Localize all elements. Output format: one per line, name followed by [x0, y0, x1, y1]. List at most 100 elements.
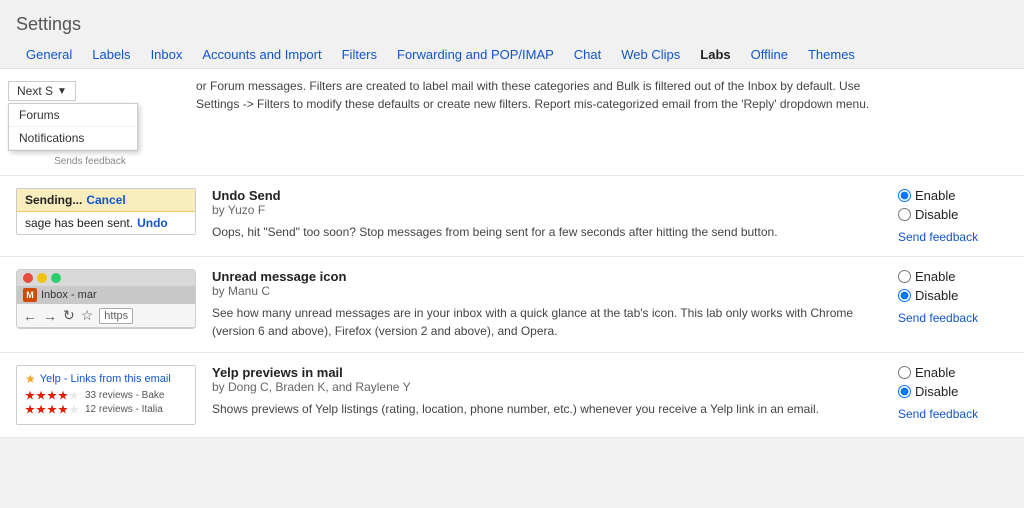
- nav-forwarding[interactable]: Forwarding and POP/IMAP: [387, 41, 564, 68]
- lab-row-yelp: ★ Yelp - Links from this email 33 review…: [0, 353, 1024, 438]
- yelp-star-9: [58, 405, 68, 415]
- disable-label-2: Disable: [915, 288, 958, 303]
- dropdown-arrow-icon: ▼: [57, 86, 67, 97]
- unread-icon-disable-label[interactable]: Disable: [898, 288, 958, 303]
- unread-icon-preview: M Inbox - mar ← → ↻ ☆ https: [16, 269, 196, 329]
- nav-chat[interactable]: Chat: [564, 41, 611, 68]
- undo-send-content: Undo Send by Yuzo F Oops, hit "Send" too…: [212, 188, 882, 241]
- yelp-star-5: [69, 391, 79, 401]
- nav-inbox[interactable]: Inbox: [141, 41, 193, 68]
- undo-sent-bar: sage has been sent. Undo: [17, 212, 195, 234]
- nav-general[interactable]: General: [16, 41, 82, 68]
- yelp-enable-label[interactable]: Enable: [898, 365, 958, 380]
- undo-send-controls: Enable Disable Send feedback: [898, 188, 1008, 244]
- nav-accounts[interactable]: Accounts and Import: [192, 41, 331, 68]
- undo-send-author: by Yuzo F: [212, 203, 882, 217]
- nav-labs[interactable]: Labs: [690, 41, 740, 68]
- yelp-star-4: [58, 391, 68, 401]
- yelp-star-10: [69, 405, 79, 415]
- next-step-text: Next S: [17, 84, 53, 98]
- next-step-badge[interactable]: Next S ▼: [8, 81, 76, 101]
- dropdown-notifications[interactable]: Notifications: [9, 127, 137, 150]
- undo-send-title: Undo Send: [212, 188, 882, 203]
- yelp-author: by Dong C, Braden K, and Raylene Y: [212, 380, 882, 394]
- yelp-title: Yelp previews in mail: [212, 365, 882, 380]
- yelp-preview-img: ★ Yelp - Links from this email 33 review…: [16, 365, 196, 425]
- undo-send-enable-label[interactable]: Enable: [898, 188, 958, 203]
- yelp-review-text-1: 33 reviews - Bake: [85, 390, 164, 401]
- undo-send-desc: Oops, hit "Send" too soon? Stop messages…: [212, 223, 882, 241]
- top-preview-area: Next S ▼ Forums Notifications Sends feed…: [0, 69, 180, 175]
- gmail-tab-icon: M: [23, 288, 37, 302]
- sent-text: sage has been sent.: [25, 216, 133, 230]
- nav-webclips[interactable]: Web Clips: [611, 41, 690, 68]
- yelp-stars-2: [25, 405, 79, 415]
- yelp-title-row: ★ Yelp - Links from this email: [25, 372, 187, 386]
- yelp-disable-label[interactable]: Disable: [898, 384, 958, 399]
- minimize-dot: [37, 273, 47, 283]
- undo-link[interactable]: Undo: [137, 216, 168, 230]
- lab-row-undo-send: Sending... Cancel sage has been sent. Un…: [0, 176, 1024, 257]
- unread-icon-author: by Manu C: [212, 284, 882, 298]
- notification-dropdown: Forums Notifications: [8, 103, 138, 151]
- undo-send-preview: Sending... Cancel sage has been sent. Un…: [16, 188, 196, 235]
- bookmark-icon[interactable]: ☆: [81, 307, 94, 324]
- settings-nav: General Labels Inbox Accounts and Import…: [0, 41, 1024, 69]
- browser-titlebar: [17, 270, 195, 286]
- yelp-star-2: [36, 391, 46, 401]
- unread-icon-content: Unread message icon by Manu C See how ma…: [212, 269, 882, 340]
- enable-label-3: Enable: [915, 365, 955, 380]
- unread-icon-feedback-link[interactable]: Send feedback: [898, 311, 978, 325]
- yelp-link-text: Yelp - Links from this email: [40, 373, 171, 385]
- yelp-review-row-2: 12 reviews - Italia: [25, 404, 187, 415]
- yelp-desc: Shows previews of Yelp listings (rating,…: [212, 400, 882, 418]
- nav-offline[interactable]: Offline: [741, 41, 798, 68]
- yelp-review-text-2: 12 reviews - Italia: [85, 404, 163, 415]
- yelp-review-row-1: 33 reviews - Bake: [25, 390, 187, 401]
- sending-text: Sending...: [25, 193, 82, 207]
- undo-send-feedback-link[interactable]: Send feedback: [898, 230, 978, 244]
- yelp-star-8: [47, 405, 57, 415]
- tab-text: Inbox - mar: [41, 289, 97, 301]
- disable-label-3: Disable: [915, 384, 958, 399]
- undo-send-disable-label[interactable]: Disable: [898, 207, 958, 222]
- unread-icon-title: Unread message icon: [212, 269, 882, 284]
- unread-icon-enable-radio[interactable]: [898, 270, 911, 283]
- refresh-icon[interactable]: ↻: [63, 307, 75, 324]
- unread-icon-disable-radio[interactable]: [898, 289, 911, 302]
- cancel-link[interactable]: Cancel: [86, 193, 125, 207]
- yelp-stars-1: [25, 391, 79, 401]
- address-bar[interactable]: https: [99, 308, 133, 324]
- yelp-star-6: [25, 405, 35, 415]
- yelp-disable-radio[interactable]: [898, 385, 911, 398]
- unread-icon-enable-label[interactable]: Enable: [898, 269, 958, 284]
- nav-labels[interactable]: Labels: [82, 41, 140, 68]
- intro-text: or Forum messages. Filters are created t…: [180, 69, 914, 175]
- lab-row-unread-icon: M Inbox - mar ← → ↻ ☆ https Unread messa…: [0, 257, 1024, 353]
- disable-label: Disable: [915, 207, 958, 222]
- undo-send-disable-radio[interactable]: [898, 208, 911, 221]
- unread-icon-controls: Enable Disable Send feedback: [898, 269, 1008, 325]
- close-dot: [23, 273, 33, 283]
- yelp-star-1: [25, 391, 35, 401]
- maximize-dot: [51, 273, 61, 283]
- undo-send-radio-group: Enable Disable: [898, 188, 958, 222]
- unread-icon-desc: See how many unread messages are in your…: [212, 304, 882, 340]
- browser-nav-bar: ← → ↻ ☆ https: [17, 304, 195, 328]
- nav-themes[interactable]: Themes: [798, 41, 865, 68]
- page-title: Settings: [0, 4, 1024, 41]
- yelp-enable-radio[interactable]: [898, 366, 911, 379]
- undo-send-enable-radio[interactable]: [898, 189, 911, 202]
- yelp-feedback-link[interactable]: Send feedback: [898, 407, 978, 421]
- sends-feedback-top: Sends feedback: [8, 156, 172, 167]
- intro-controls-empty: [914, 69, 1024, 175]
- forward-icon[interactable]: →: [43, 308, 57, 324]
- dropdown-forums[interactable]: Forums: [9, 104, 137, 127]
- back-icon[interactable]: ←: [23, 308, 37, 324]
- yelp-radio-group: Enable Disable: [898, 365, 958, 399]
- unread-icon-radio-group: Enable Disable: [898, 269, 958, 303]
- enable-label: Enable: [915, 188, 955, 203]
- yelp-controls: Enable Disable Send feedback: [898, 365, 1008, 421]
- enable-label-2: Enable: [915, 269, 955, 284]
- nav-filters[interactable]: Filters: [332, 41, 387, 68]
